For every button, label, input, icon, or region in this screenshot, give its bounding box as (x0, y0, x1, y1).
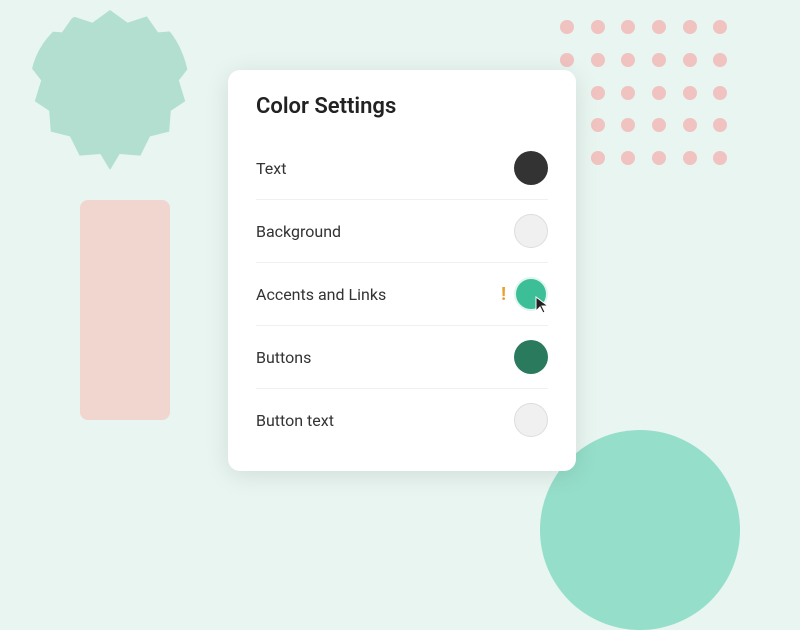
setting-label-buttons: Buttons (256, 348, 311, 367)
setting-label-text: Text (256, 159, 286, 178)
setting-row-background: Background (256, 200, 548, 263)
card-title: Color Settings (256, 94, 548, 119)
setting-row-accents: Accents and Links ! (256, 263, 548, 326)
color-swatch-background[interactable] (514, 214, 548, 248)
color-settings-card: Color Settings Text Background Accents a… (228, 70, 576, 471)
setting-row-button-text: Button text (256, 389, 548, 451)
background-blob-teal (30, 10, 190, 170)
color-swatch-buttons[interactable] (514, 340, 548, 374)
color-swatch-accents[interactable] (514, 277, 548, 311)
background-dots-pattern (560, 20, 740, 180)
color-swatch-button-text[interactable] (514, 403, 548, 437)
setting-row-text: Text (256, 137, 548, 200)
background-rect-pink (80, 200, 170, 420)
color-swatch-text[interactable] (514, 151, 548, 185)
setting-label-background: Background (256, 222, 341, 241)
setting-label-button-text: Button text (256, 411, 334, 430)
cursor-icon (534, 295, 552, 315)
warning-icon: ! (501, 284, 506, 305)
accents-right-group: ! (501, 277, 548, 311)
setting-row-buttons: Buttons (256, 326, 548, 389)
setting-label-accents: Accents and Links (256, 285, 386, 304)
